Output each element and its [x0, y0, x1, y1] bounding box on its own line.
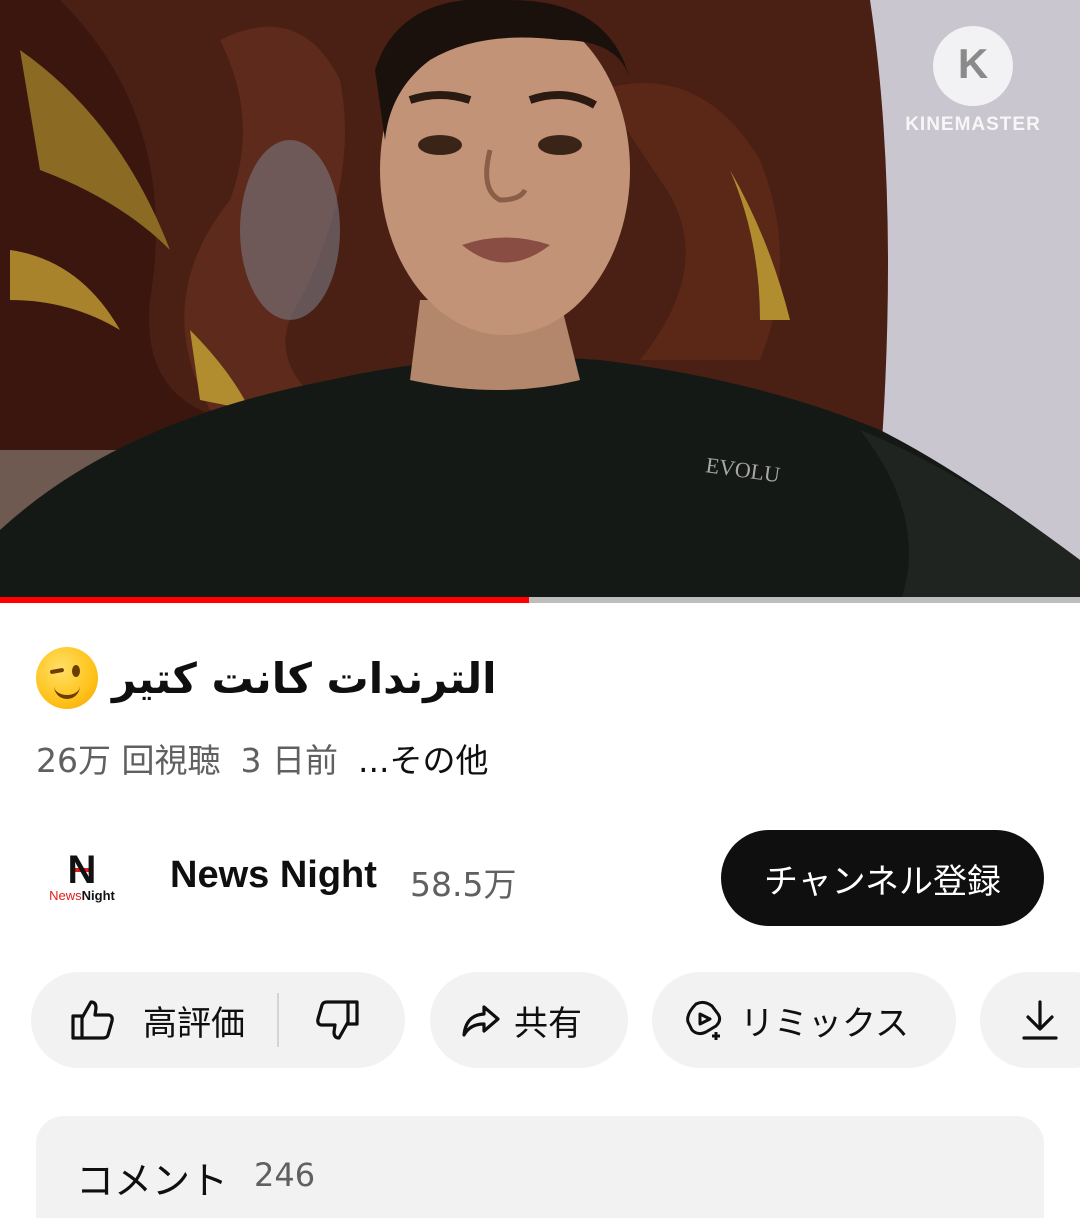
download-icon [1020, 998, 1060, 1042]
channel-logo-letter: N [36, 850, 128, 890]
like-dislike-divider [277, 993, 279, 1047]
share-button[interactable]: 共有 [430, 972, 628, 1068]
share-icon [460, 999, 502, 1041]
remix-button[interactable]: リミックス [652, 972, 956, 1068]
subscribe-button[interactable]: チャンネル登録 [721, 830, 1044, 926]
view-count: 26万 回視聴 [36, 741, 221, 780]
remix-icon [682, 998, 726, 1042]
kinemaster-logo-icon: K [933, 26, 1013, 106]
kinemaster-label: KINEMASTER [905, 114, 1041, 135]
video-player[interactable]: EVOLU K KINEMASTER [0, 0, 1080, 603]
thumbs-down-icon[interactable] [313, 996, 361, 1044]
subscriber-count: 58.5万 [410, 865, 517, 904]
upload-age: 3 日前 [240, 741, 338, 780]
comments-count: 246 [254, 1156, 316, 1194]
action-bar: 高評価 共有 リミックス [0, 972, 1080, 1068]
video-watch-page: EVOLU K KINEMASTER الترندات كانت كتير 26… [0, 0, 1080, 1218]
channel-name[interactable]: News Night [170, 854, 377, 897]
comments-panel[interactable]: コメント 246 [36, 1116, 1044, 1218]
remix-label: リミックス [740, 1003, 909, 1044]
share-label: 共有 [514, 1003, 582, 1044]
channel-row: N NewsNight News Night 58.5万 チャンネル登録 [36, 828, 1044, 928]
like-dislike-chip: 高評価 [31, 972, 405, 1068]
channel-logo-subtext: NewsNight [49, 888, 115, 903]
channel-avatar[interactable]: N NewsNight [36, 836, 128, 920]
video-title-row[interactable]: الترندات كانت كتير [36, 640, 1036, 716]
thumbs-up-icon[interactable] [69, 996, 117, 1044]
like-label[interactable]: 高評価 [143, 996, 245, 1045]
progress-bar[interactable] [0, 597, 1080, 603]
winking-face-icon [36, 647, 98, 709]
comments-label: コメント [76, 1159, 229, 1203]
video-title: الترندات كانت كتير [112, 653, 497, 703]
download-button[interactable] [980, 972, 1080, 1068]
kinemaster-watermark: K KINEMASTER [898, 26, 1048, 136]
progress-fill [0, 597, 530, 603]
kinemaster-logo-letter: K [957, 40, 989, 87]
video-meta[interactable]: 26万 回視聴 3 日前 ...その他 [36, 735, 508, 781]
description-more-link[interactable]: ...その他 [358, 734, 488, 782]
